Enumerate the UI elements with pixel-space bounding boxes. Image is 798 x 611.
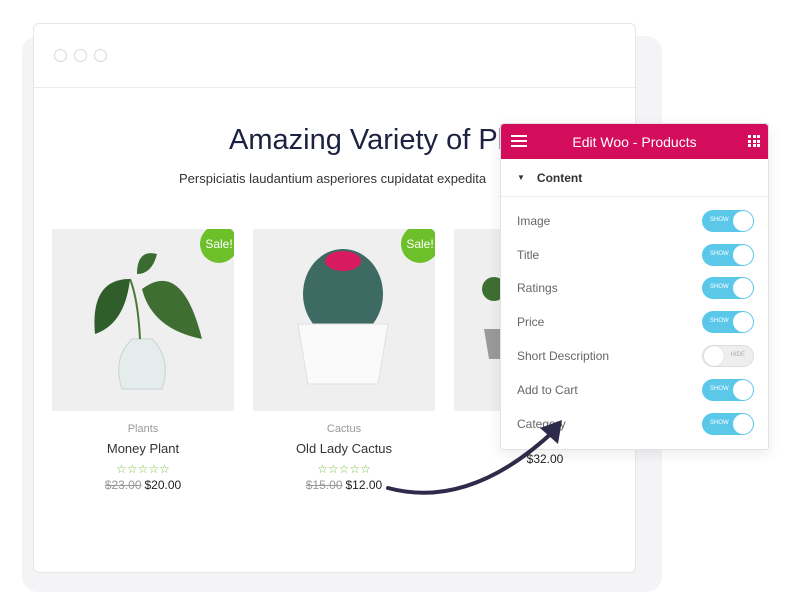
toggle-state: SHOW <box>710 419 729 426</box>
product-card[interactable]: Sale! Plants Money Plant ☆☆☆☆☆ $23.00 $20… <box>52 229 234 492</box>
product-name[interactable]: Money Plant <box>52 441 234 456</box>
setting-label: Short Description <box>517 349 610 364</box>
product-image[interactable]: Sale! <box>52 229 234 411</box>
toggle-knob <box>733 210 753 231</box>
setting-row: Price SHOW <box>501 305 768 339</box>
setting-row: Short Description HIDE <box>501 339 768 373</box>
visibility-toggle[interactable]: SHOW <box>702 378 754 401</box>
toggle-state: SHOW <box>710 284 729 291</box>
sale-price: $12.00 <box>345 478 383 492</box>
setting-label: Title <box>517 247 540 262</box>
toggle-state: SHOW <box>710 216 729 223</box>
edit-products-panel: Edit Woo - Products ▼ Content Image SHOW Ti… <box>500 123 769 450</box>
setting-label: Ratings <box>517 281 558 296</box>
toggle-knob <box>704 346 724 367</box>
content-section-toggle[interactable]: ▼ Content <box>501 159 768 197</box>
old-price: $23.00 <box>104 478 142 492</box>
toggle-knob <box>733 244 753 265</box>
toggle-state: HIDE <box>730 352 745 359</box>
setting-row: Ratings SHOW <box>501 272 768 306</box>
curved-arrow-icon <box>386 420 562 495</box>
product-category: Plants <box>127 423 159 435</box>
visibility-toggle[interactable]: SHOW <box>702 243 754 266</box>
caret-down-icon: ▼ <box>517 173 525 182</box>
setting-row: Title SHOW <box>501 238 768 272</box>
window-dot <box>54 49 67 62</box>
window-titlebar <box>34 24 635 88</box>
section-title: Content <box>536 170 583 185</box>
window-dot <box>74 49 87 62</box>
visibility-toggle[interactable]: SHOW <box>702 311 754 334</box>
toggle-knob <box>733 379 753 400</box>
toggle-knob <box>733 278 753 299</box>
apps-grid-icon[interactable] <box>748 135 760 147</box>
old-price: $15.00 <box>305 478 343 492</box>
setting-row: Add to Cart SHOW <box>501 373 768 407</box>
toggle-state: SHOW <box>710 250 729 257</box>
window-dot <box>94 49 107 62</box>
panel-title: Edit Woo - Products <box>572 133 697 150</box>
setting-label: Image <box>517 213 551 228</box>
visibility-toggle[interactable]: SHOW <box>702 412 754 435</box>
toggle-state: SHOW <box>710 385 729 392</box>
star-rating: ☆☆☆☆☆ <box>116 462 170 476</box>
visibility-toggle[interactable]: SHOW <box>702 209 754 232</box>
toggle-knob <box>733 413 753 434</box>
panel-header: Edit Woo - Products <box>501 124 768 159</box>
sale-badge: Sale! <box>401 229 435 263</box>
page-subtitle: Perspiciatis laudantium asperiores cupid… <box>179 171 487 186</box>
hamburger-menu-icon[interactable] <box>511 135 527 150</box>
toggle-knob <box>733 312 753 333</box>
visibility-toggle[interactable]: SHOW <box>702 277 754 300</box>
sale-price: $20.00 <box>144 478 182 492</box>
setting-label: Add to Cart <box>517 382 578 397</box>
sale-badge: Sale! <box>200 229 234 263</box>
product-price: $23.00 $20.00 <box>52 478 234 492</box>
product-image[interactable]: Sale! <box>253 229 435 411</box>
visibility-toggle[interactable]: HIDE <box>702 345 754 368</box>
toggle-state: SHOW <box>710 318 729 325</box>
setting-label: Price <box>517 315 545 330</box>
setting-row: Image SHOW <box>501 204 768 238</box>
